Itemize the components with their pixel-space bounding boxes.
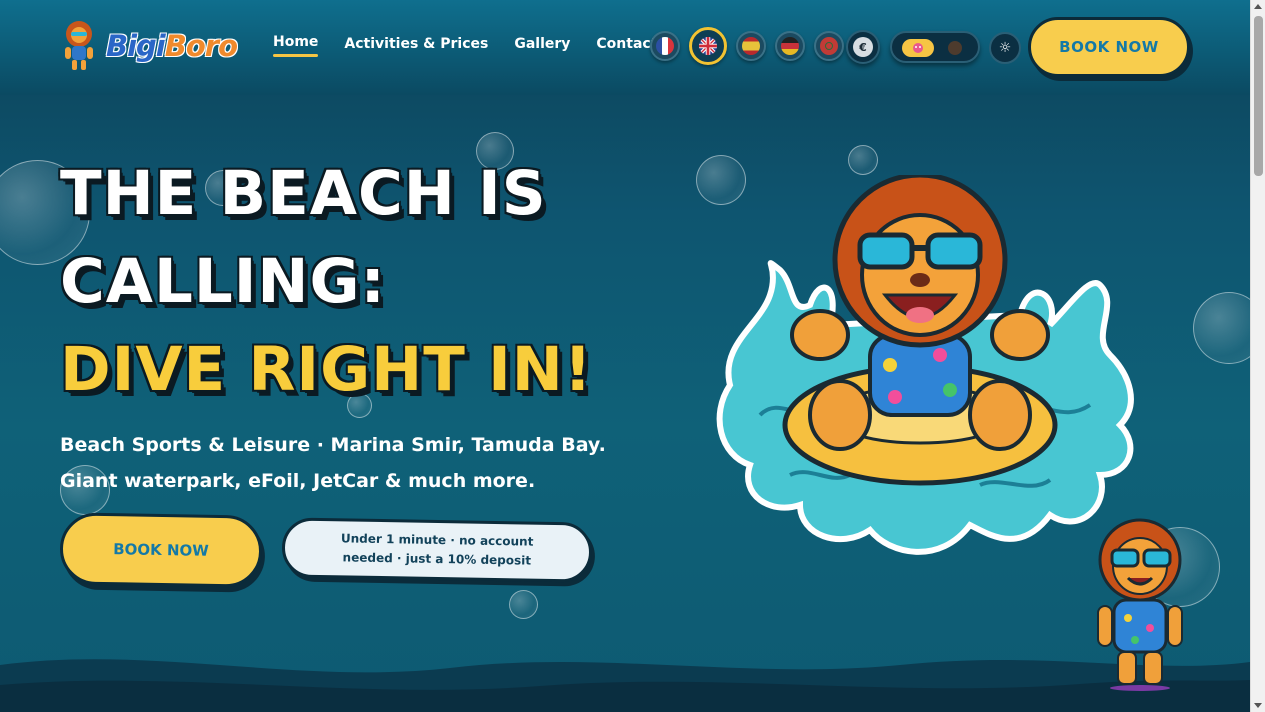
lion-chat-mascot[interactable] — [1090, 518, 1200, 693]
nav-gallery[interactable]: Gallery — [514, 36, 570, 52]
nav-activities-prices[interactable]: Activities & Prices — [344, 36, 488, 52]
header-bar: BigiBoro Home Activities & Prices Galler… — [0, 0, 1250, 95]
other-flag-icon[interactable] — [814, 31, 844, 61]
hero-title-line-3: DIVE RIGHT IN! — [60, 334, 593, 405]
lion-mascot-illustration — [716, 175, 1134, 555]
toggle-option-icon — [948, 41, 962, 55]
es-flag-icon[interactable] — [736, 31, 766, 61]
fr-flag-icon[interactable] — [650, 31, 680, 61]
language-switcher — [650, 27, 844, 65]
main-nav: Home Activities & Prices Gallery Contact — [273, 34, 657, 57]
uk-flag-icon[interactable] — [689, 27, 727, 65]
logo[interactable]: BigiBoro — [62, 20, 238, 72]
hero-title-line-2: CALLING: — [60, 246, 386, 317]
hero-book-now-button[interactable]: BOOK NOW — [59, 512, 263, 588]
bubble-decoration — [1193, 292, 1250, 364]
bubble-decoration — [848, 145, 878, 175]
wave-divider — [0, 659, 1250, 712]
de-flag-icon[interactable] — [775, 31, 805, 61]
subtitle-line-1: Beach Sports & Leisure · Marina Smir, Ta… — [60, 434, 606, 456]
hero-title-line-1: THE BEACH IS — [60, 158, 547, 229]
hero-subtitle: Beach Sports & Leisure · Marina Smir, Ta… — [60, 427, 620, 499]
currency-selector[interactable]: € — [846, 30, 880, 64]
hero-title: THE BEACH IS CALLING: DIVE RIGHT IN! — [60, 150, 620, 414]
mode-toggle[interactable] — [890, 31, 980, 63]
page-scrollbar[interactable] — [1250, 0, 1265, 712]
euro-icon: € — [853, 37, 873, 57]
header-book-now-button[interactable]: BOOK NOW — [1028, 17, 1190, 77]
logo-text: BigiBoro — [106, 29, 238, 63]
bubble-decoration — [509, 590, 538, 619]
toggle-knob — [902, 39, 934, 57]
lion-logo-icon — [65, 21, 93, 70]
scroll-up-icon[interactable] — [1254, 4, 1262, 9]
subtitle-line-2: Giant waterpark, eFoil, JetCar & much mo… — [60, 470, 536, 492]
page: BigiBoro Home Activities & Prices Galler… — [0, 0, 1250, 712]
scrollbar-thumb[interactable] — [1254, 16, 1263, 176]
nav-home[interactable]: Home — [273, 34, 319, 57]
theme-toggle[interactable]: ☼ — [989, 32, 1021, 64]
face-icon — [913, 43, 923, 53]
scroll-down-icon[interactable] — [1254, 703, 1262, 708]
sun-icon: ☼ — [998, 40, 1012, 56]
booking-info-pill: Under 1 minute · no account needed · jus… — [281, 517, 593, 583]
nav-contact[interactable]: Contact — [596, 36, 657, 52]
